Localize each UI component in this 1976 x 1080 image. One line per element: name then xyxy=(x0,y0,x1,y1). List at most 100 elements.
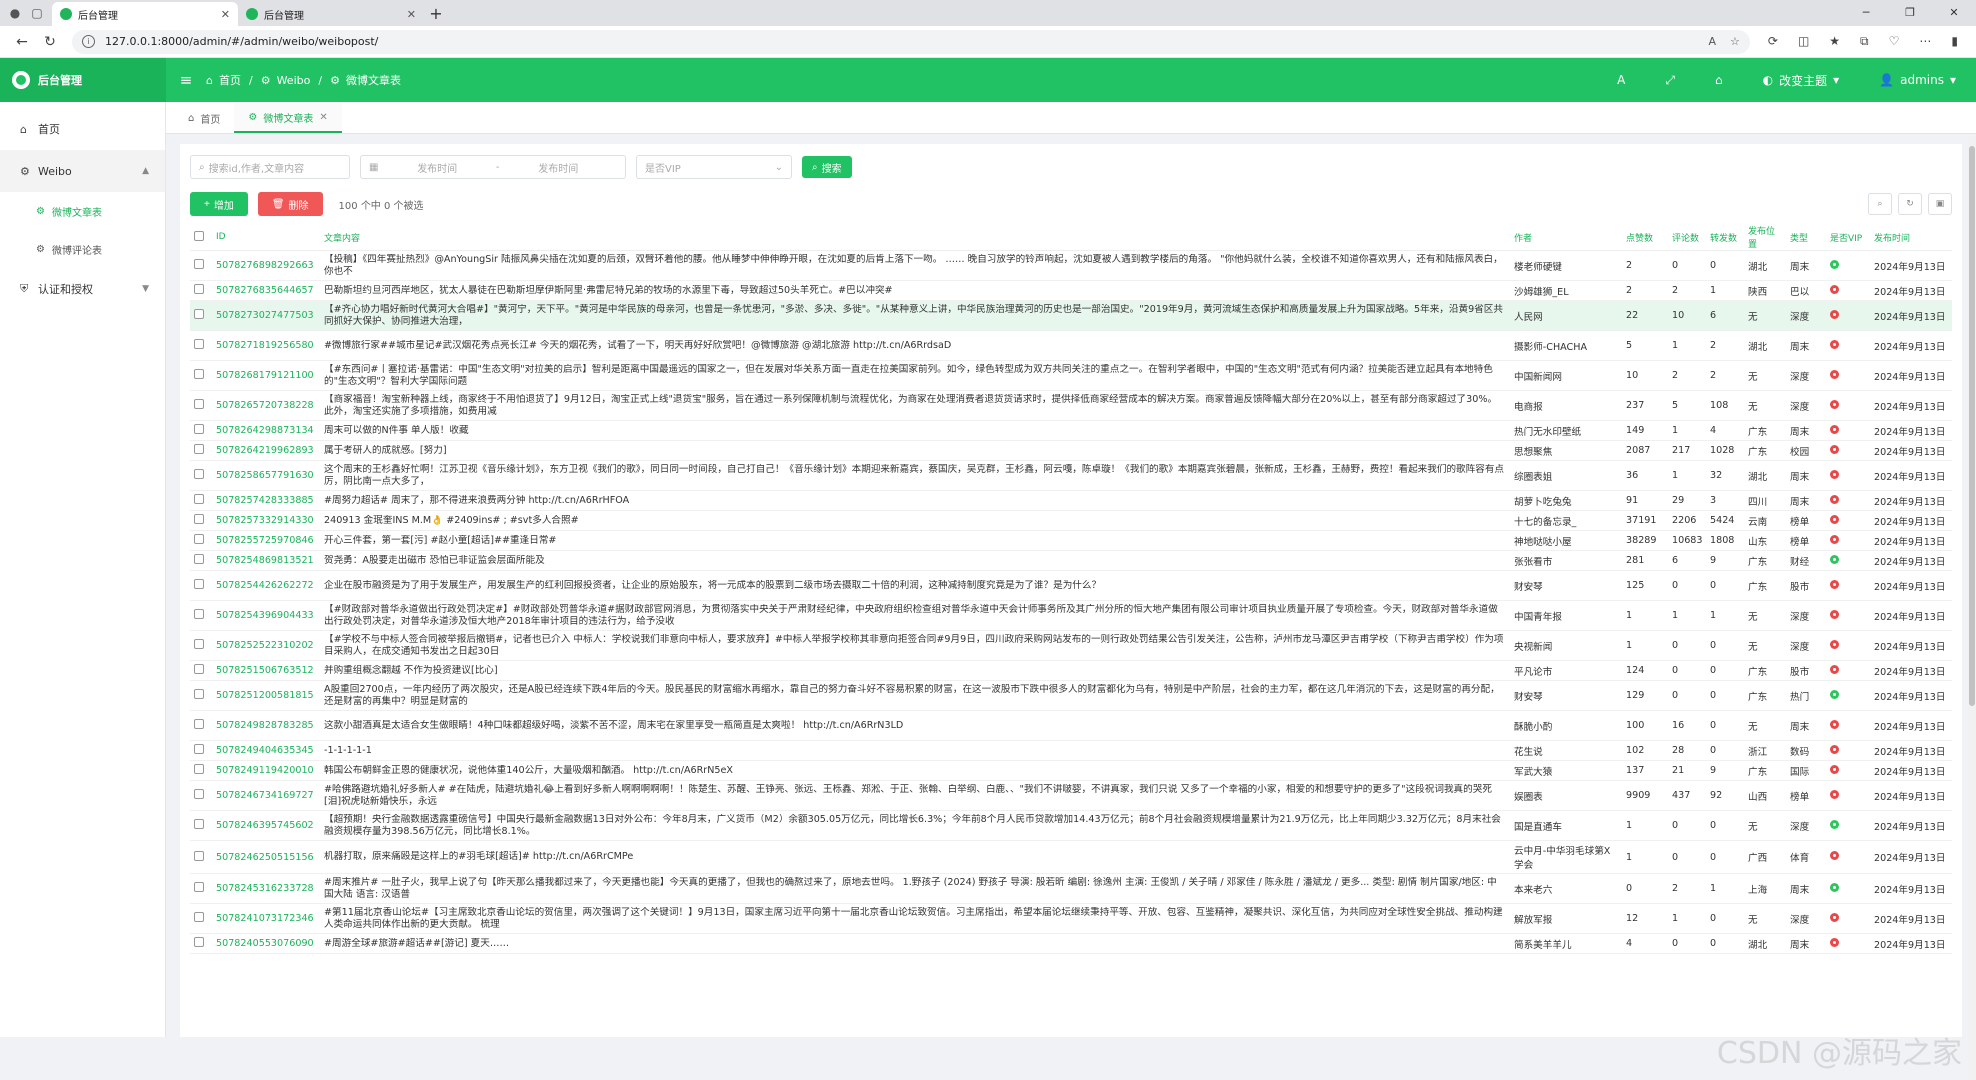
col-header[interactable]: 是否VIP xyxy=(1826,224,1870,251)
search-input[interactable]: ⌕ 搜索id,作者,文章内容 xyxy=(190,155,350,179)
table-row[interactable]: 5078276835644657 巴勒斯坦约旦河西岸地区，犹太人暴徒在巴勒斯坦摩伊… xyxy=(190,280,1952,301)
row-checkbox[interactable] xyxy=(194,744,204,754)
cell-id[interactable]: 5078254869813521 xyxy=(212,550,320,571)
select-all-checkbox[interactable] xyxy=(194,230,204,241)
table-row[interactable]: 5078249119420010 韩国公布朝鲜金正恩的健康状况，说他体重140公斤… xyxy=(190,760,1952,781)
table-row[interactable]: 5078258657791630 这个周末的王杉鑫好忙啊！江苏卫视《音乐缘计划》，… xyxy=(190,460,1952,491)
cell-id[interactable]: 5078264219962893 xyxy=(212,440,320,461)
col-header[interactable]: ID xyxy=(212,224,320,251)
row-checkbox[interactable] xyxy=(194,514,204,524)
reload-icon[interactable]: ↻ xyxy=(36,34,64,50)
table-row[interactable]: 5078246395745602 【超预期！央行金融数据透露重磅信号】中国央行最新… xyxy=(190,810,1952,841)
table-row[interactable]: 5078254396904433 【#财政部对普华永道做出行政处罚决定#】#财政部… xyxy=(190,600,1952,631)
table-row[interactable]: 5078251200581815 A股重回2700点，一年内经历了两次股灾，还是A… xyxy=(190,680,1952,711)
table-row[interactable]: 5078257332914330 240913 金珉奎INS M.M👌 #2409… xyxy=(190,510,1952,531)
cell-id[interactable]: 5078249828783285 xyxy=(212,710,320,741)
col-header[interactable]: 文章内容 xyxy=(320,224,1510,251)
table-row[interactable]: 5078264219962893 属于考研人的成就感。[努力] 思想聚焦 2087 21… xyxy=(190,440,1952,461)
col-header[interactable]: 作者 xyxy=(1510,224,1622,251)
sidebar-item-weibo[interactable]: ⚙ Weibo ▲ xyxy=(0,150,165,192)
row-checkbox[interactable] xyxy=(194,399,204,409)
close-icon[interactable]: ✕ xyxy=(407,8,416,21)
home-link-icon[interactable]: ⌂ xyxy=(1695,73,1743,87)
cell-id[interactable]: 5078264298873134 xyxy=(212,420,320,441)
breadcrumb-home[interactable]: 首页 xyxy=(219,72,241,88)
row-checkbox[interactable] xyxy=(194,494,204,504)
col-header[interactable]: 发布位置 xyxy=(1744,224,1786,251)
row-checkbox[interactable] xyxy=(194,689,204,699)
row-checkbox[interactable] xyxy=(194,339,204,349)
sidebar-item-weibopost[interactable]: ⚙ 微博文章表 xyxy=(0,192,165,230)
cell-id[interactable]: 5078251506763512 xyxy=(212,660,320,681)
export-icon[interactable]: ▣ xyxy=(1928,193,1952,215)
row-checkbox[interactable] xyxy=(194,819,204,829)
table-row[interactable]: 5078252522310202 【#学校不与中标人签合同被举报后撤销#，记者也已… xyxy=(190,630,1952,661)
row-checkbox[interactable] xyxy=(194,369,204,379)
profile-icon[interactable]: ● xyxy=(8,6,22,20)
row-checkbox[interactable] xyxy=(194,309,204,319)
row-checkbox[interactable] xyxy=(194,789,204,799)
col-header[interactable]: 发布时间 xyxy=(1870,224,1952,251)
cell-id[interactable]: 5078246734169727 xyxy=(212,780,320,811)
cell-id[interactable]: 5078276835644657 xyxy=(212,280,320,301)
cell-id[interactable]: 5078258657791630 xyxy=(212,460,320,491)
cell-id[interactable]: 5078273027477503 xyxy=(212,300,320,331)
table-row[interactable]: 5078249404635345 -1-1-1-1-1 花生说 102 28 0 浙江 数码 2… xyxy=(190,740,1952,761)
table-row[interactable]: 5078245316233728 #周末推片# 一肚子火，我早上说了句【昨天那么播… xyxy=(190,873,1952,904)
minimize-icon[interactable]: ─ xyxy=(1844,0,1888,26)
table-row[interactable]: 5078273027477503 【#齐心协力唱好新时代黄河大合唱#】"黄河宁，天… xyxy=(190,300,1952,331)
table-row[interactable]: 5078257428333885 #周努力超话# 周末了，那不得进来浪费两分钟 h… xyxy=(190,490,1952,511)
tab-weibopost[interactable]: ⚙ 微博文章表 ✕ xyxy=(234,103,342,133)
menu-toggle-icon[interactable]: ≡ xyxy=(166,71,206,89)
delete-button[interactable]: 🗑 删除 xyxy=(257,192,323,216)
add-button[interactable]: + 增加 xyxy=(190,192,248,216)
col-header[interactable]: 点赞数 xyxy=(1622,224,1668,251)
cell-id[interactable]: 5078246395745602 xyxy=(212,810,320,841)
more-icon[interactable]: ⋯ xyxy=(1919,34,1931,49)
tab-actions-icon[interactable]: ▢ xyxy=(30,6,44,20)
row-checkbox[interactable] xyxy=(194,554,204,564)
row-checkbox[interactable] xyxy=(194,579,204,589)
search-toggle-icon[interactable]: ⌕ xyxy=(1868,193,1892,215)
row-checkbox[interactable] xyxy=(194,284,204,294)
table-row[interactable]: 5078241073172346 #第11届北京香山论坛#【习主席致北京香山论坛的… xyxy=(190,903,1952,934)
page-scrollbar[interactable] xyxy=(1968,136,1976,1080)
font-size-icon[interactable]: A xyxy=(1597,73,1645,87)
tab-home[interactable]: ⌂ 首页 xyxy=(174,103,234,133)
sidebar-toggle-icon[interactable]: ▮ xyxy=(1951,34,1958,49)
theme-switcher[interactable]: ◐ 改变主题 ▾ xyxy=(1743,72,1860,89)
table-row[interactable]: 5078246250515156 机器打取，原来痛殴是这样上的#羽毛球[超话]# … xyxy=(190,840,1952,874)
table-row[interactable]: 5078264298873134 周末可以做的N件事 单人版！收藏 热门无水印壁纸 1… xyxy=(190,420,1952,441)
close-icon[interactable]: ✕ xyxy=(319,112,327,123)
row-checkbox[interactable] xyxy=(194,912,204,922)
cell-id[interactable]: 5078245316233728 xyxy=(212,873,320,904)
table-row[interactable]: 5078265720738228 【商家福音！淘宝新种器上线，商家终于不用怕退货了… xyxy=(190,390,1952,421)
vip-select[interactable]: 是否VIP ⌄ xyxy=(636,155,792,179)
col-header[interactable]: 转发数 xyxy=(1706,224,1744,251)
close-window-icon[interactable]: ✕ xyxy=(1932,0,1976,26)
sidebar-item-auth[interactable]: ⛨ 认证和授权 ▼ xyxy=(0,268,165,310)
sidebar-item-weibocomment[interactable]: ⚙ 微博评论表 xyxy=(0,230,165,268)
restore-icon[interactable]: ❐ xyxy=(1888,0,1932,26)
cell-id[interactable]: 5078254426262272 xyxy=(212,570,320,601)
cell-id[interactable]: 5078257332914330 xyxy=(212,510,320,531)
breadcrumb-weibo[interactable]: Weibo xyxy=(277,74,311,87)
row-checkbox[interactable] xyxy=(194,534,204,544)
search-button[interactable]: ⌕ 搜索 xyxy=(802,156,852,178)
cell-id[interactable]: 5078249119420010 xyxy=(212,760,320,781)
favorites-icon[interactable]: ★ xyxy=(1829,34,1840,49)
brand[interactable]: 后台管理 xyxy=(0,58,166,102)
browser-tab-2[interactable]: 后台管理 ✕ xyxy=(238,2,424,26)
sidebar-item-home[interactable]: ⌂ 首页 xyxy=(0,108,165,150)
back-icon[interactable]: ← xyxy=(8,34,36,50)
cell-id[interactable]: 5078271819256580 xyxy=(212,330,320,361)
table-row[interactable]: 5078251506763512 并购重组概念翻越 不作为投资建议[比心] 平凡论市… xyxy=(190,660,1952,681)
cell-id[interactable]: 5078252522310202 xyxy=(212,630,320,661)
cell-id[interactable]: 5078249404635345 xyxy=(212,740,320,761)
row-checkbox[interactable] xyxy=(194,444,204,454)
table-row[interactable]: 5078254869813521 贺尧勇：A股要走出磁市 恐怕已非证监会层面所能及… xyxy=(190,550,1952,571)
row-checkbox[interactable] xyxy=(194,609,204,619)
close-icon[interactable]: ✕ xyxy=(221,8,230,21)
table-row[interactable]: 5078276898292663 【投稿】《四年赛扯热烈》@AnYoungSir … xyxy=(190,250,1952,281)
extension-icon[interactable]: ⟳ xyxy=(1768,34,1778,49)
